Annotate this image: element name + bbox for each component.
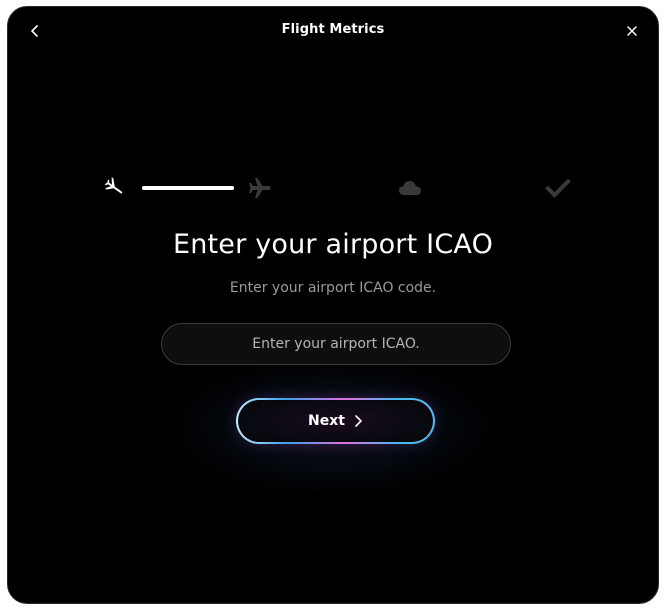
window-title: Flight Metrics — [281, 22, 385, 37]
close-icon — [627, 26, 637, 36]
plane-icon — [249, 178, 271, 198]
chevron-right-icon — [355, 415, 362, 427]
progress-stepper — [8, 173, 658, 205]
checkmark-icon — [545, 178, 571, 198]
next-button[interactable]: Next — [236, 398, 435, 444]
app-window: Flight Metrics Enter your airport ICAO E — [7, 6, 659, 604]
step-progress-line — [142, 186, 234, 190]
page-heading: Enter your airport ICAO — [172, 229, 494, 260]
icao-input[interactable] — [161, 323, 511, 365]
title-bar: Flight Metrics — [8, 7, 658, 55]
plane-landing-icon — [104, 177, 123, 194]
page-subheading: Enter your airport ICAO code. — [229, 280, 437, 296]
next-button-inner: Next — [238, 400, 433, 442]
close-button[interactable] — [620, 19, 644, 43]
next-button-label: Next — [308, 413, 345, 429]
cloud-icon — [399, 181, 421, 195]
